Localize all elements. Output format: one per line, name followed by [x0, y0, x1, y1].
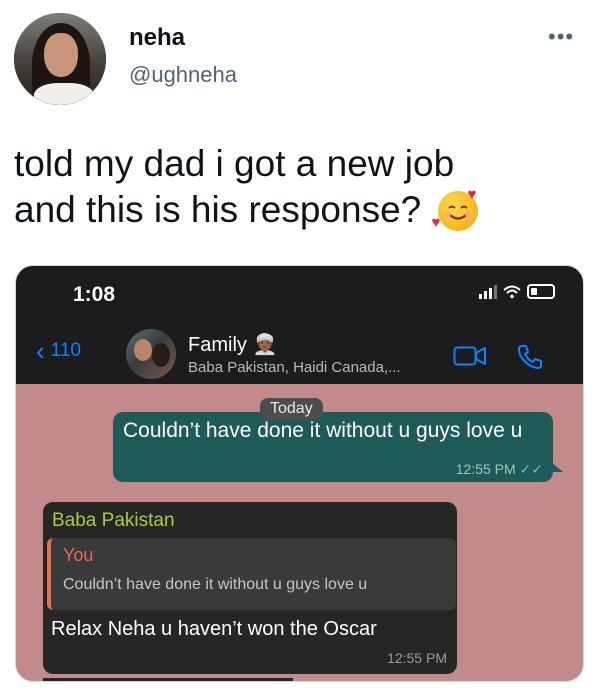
read-receipt-icon: ✓✓	[519, 461, 543, 477]
outgoing-message[interactable]: Couldn’t have done it without u guys lov…	[113, 412, 553, 482]
message-text: Couldn’t have done it without u guys lov…	[123, 419, 523, 442]
group-members[interactable]: Baba Pakistan, Haidi Canada,...	[188, 359, 401, 376]
quoted-message[interactable]: You Couldn’t have done it without u guys…	[47, 538, 456, 610]
message-text: Relax Neha u haven’t won the Oscar	[51, 618, 377, 640]
chat-header: 1:08 ‹ 110 Family 👳🏾 Baba Pakistan, Haid…	[16, 266, 583, 384]
battery-icon	[527, 284, 555, 299]
avatar-face	[44, 33, 78, 77]
video-call-icon[interactable]	[453, 345, 487, 367]
smiling-face-with-hearts-icon: ♥ ♥	[432, 187, 478, 231]
quoted-text: Couldn’t have done it without u guys lov…	[63, 576, 368, 593]
more-options-icon[interactable]: •••	[548, 24, 574, 50]
profile-avatar[interactable]	[14, 13, 106, 105]
incoming-message[interactable]: Baba Pakistan You Couldn’t have done it …	[43, 502, 457, 674]
chat-screenshot: 1:08 ‹ 110 Family 👳🏾 Baba Pakistan, Haid…	[15, 265, 584, 682]
heart-icon: ♥	[467, 186, 477, 203]
user-handle[interactable]: @ughneha	[129, 62, 237, 88]
tweet-text: told my dad i got a new job and this is …	[14, 141, 584, 233]
tweet-text-line-1: told my dad i got a new job	[14, 143, 455, 184]
unread-count: 110	[50, 340, 81, 361]
tweet-text-line-2: and this is his response? ♥ ♥	[14, 187, 584, 233]
group-avatar[interactable]	[126, 329, 176, 379]
chevron-left-icon: ‹	[36, 336, 45, 366]
message-meta: 12:55 PM ✓✓	[456, 461, 543, 478]
date-badge: Today	[260, 398, 323, 420]
heart-icon: ♥	[431, 214, 441, 231]
bubble-tail	[551, 462, 563, 472]
quoted-sender: You	[63, 545, 94, 565]
next-message-edge	[43, 678, 293, 681]
status-icons	[479, 284, 555, 299]
wifi-icon	[503, 285, 521, 298]
back-button[interactable]: ‹ 110	[36, 336, 81, 366]
voice-call-icon[interactable]	[516, 343, 544, 371]
message-time: 12:55 PM	[455, 461, 516, 477]
tweet-text-line-2-text: and this is his response?	[14, 189, 422, 230]
sender-name[interactable]: Baba Pakistan	[52, 510, 175, 532]
signal-icon	[479, 284, 497, 299]
status-time: 1:08	[73, 283, 116, 306]
avatar-shirt	[34, 83, 94, 105]
display-name[interactable]: neha	[129, 24, 185, 52]
message-time: 12:55 PM	[387, 650, 447, 666]
group-title[interactable]: Family 👳🏾	[188, 332, 277, 357]
